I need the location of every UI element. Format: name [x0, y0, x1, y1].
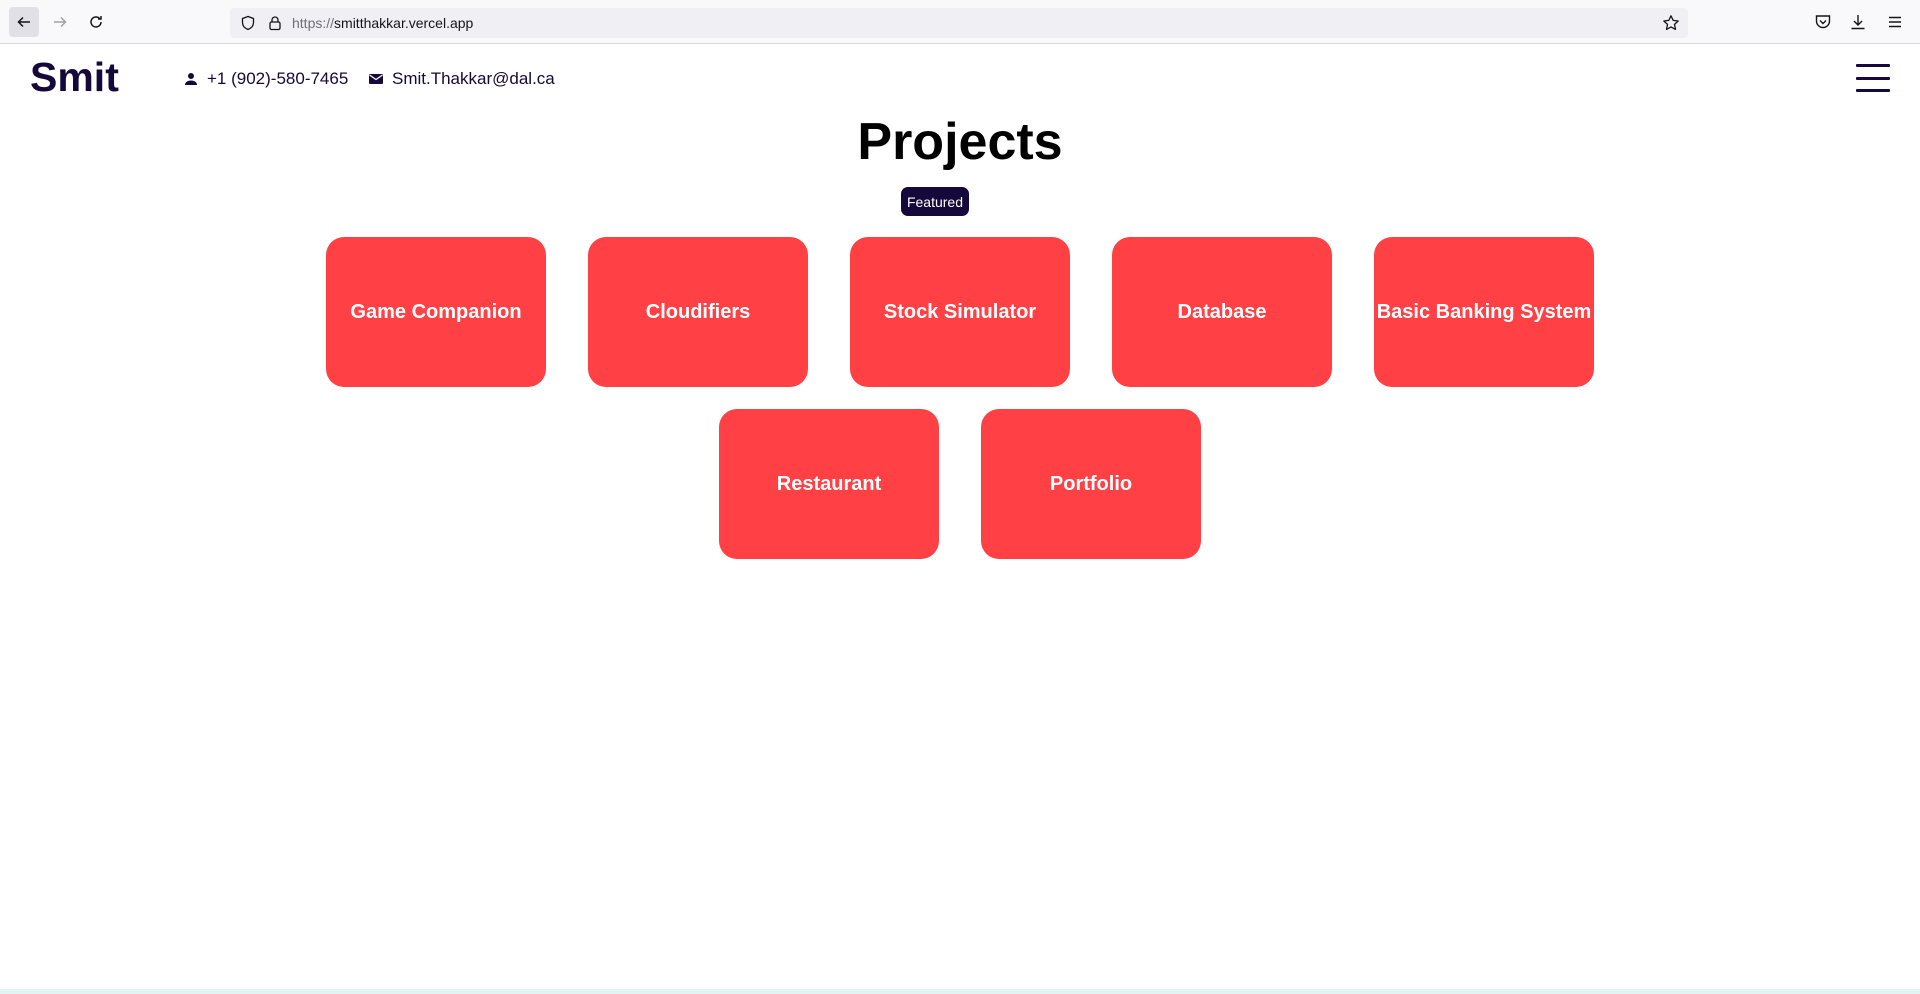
brand-logo[interactable]: Smit: [30, 54, 119, 101]
project-card-database[interactable]: Database: [1112, 237, 1332, 387]
contact-phone[interactable]: +1 (902)-580-7465: [183, 69, 348, 89]
project-card-cloudifiers[interactable]: Cloudifiers: [588, 237, 808, 387]
person-icon: [185, 73, 197, 85]
site-header: Smit +1 (902)-580-7465 Smit.Thakkar@dal.…: [0, 44, 1920, 112]
bookmark-star-icon[interactable]: [1662, 14, 1680, 32]
reload-button[interactable]: [81, 7, 111, 37]
page-bottom-strip: [0, 989, 1920, 994]
shield-icon[interactable]: [240, 15, 256, 31]
url-bar[interactable]: https://smitthakkar.vercel.app: [230, 8, 1688, 38]
forward-button[interactable]: [45, 7, 75, 37]
back-button[interactable]: [9, 7, 39, 37]
app-menu-icon[interactable]: [1886, 13, 1904, 31]
forward-icon: [54, 16, 67, 28]
url-text[interactable]: https://smitthakkar.vercel.app: [292, 15, 473, 31]
mail-icon: [369, 74, 383, 84]
reload-icon: [90, 16, 102, 28]
project-card-restaurant[interactable]: Restaurant: [719, 409, 939, 559]
phone-text: +1 (902)-580-7465: [207, 69, 349, 88]
project-card-portfolio[interactable]: Portfolio: [981, 409, 1201, 559]
project-card-game-companion[interactable]: Game Companion: [326, 237, 546, 387]
hamburger-icon: [1856, 89, 1890, 92]
url-protocol: https://: [292, 15, 335, 31]
project-card-basic-banking-system[interactable]: Basic Banking System: [1374, 237, 1594, 387]
email-text: Smit.Thakkar@dal.ca: [392, 69, 555, 88]
download-icon[interactable]: [1849, 13, 1867, 31]
project-card-stock-simulator[interactable]: Stock Simulator: [850, 237, 1070, 387]
lock-icon[interactable]: [267, 15, 283, 31]
page-title: Projects: [857, 113, 1063, 171]
back-icon: [17, 16, 30, 28]
url-host: smitthakkar.vercel.app: [334, 15, 474, 31]
hamburger-icon: [1856, 76, 1890, 80]
contact-email[interactable]: Smit.Thakkar@dal.ca: [368, 69, 555, 89]
hamburger-icon: [1856, 64, 1890, 67]
browser-toolbar: https://smitthakkar.vercel.app: [0, 0, 1920, 44]
pocket-icon[interactable]: [1814, 13, 1832, 31]
hamburger-menu-button[interactable]: [1856, 64, 1890, 92]
featured-badge[interactable]: Featured: [901, 187, 969, 216]
